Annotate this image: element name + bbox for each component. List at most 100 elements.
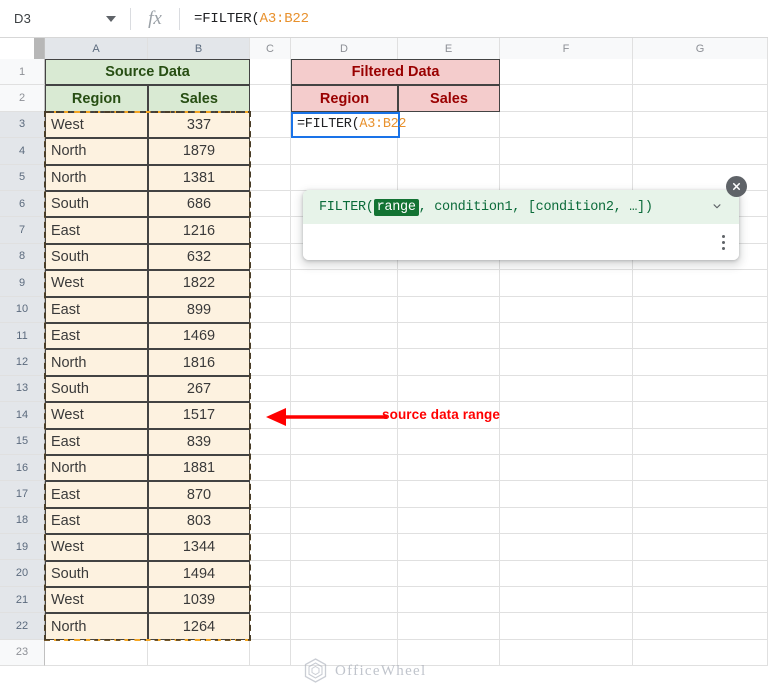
cell-C11[interactable] — [250, 323, 291, 350]
cell-D20[interactable] — [291, 560, 398, 587]
cell-C13[interactable] — [250, 375, 291, 403]
cell-E18[interactable] — [398, 507, 500, 535]
cell-E20[interactable] — [398, 560, 500, 587]
row-header-21[interactable]: 21 — [0, 586, 45, 614]
source-cell-region-19[interactable]: West — [45, 534, 148, 561]
cell-F21[interactable] — [500, 587, 633, 614]
cell-F3[interactable] — [500, 111, 633, 139]
source-cell-region-18[interactable]: East — [45, 507, 148, 535]
cell-C6[interactable] — [250, 191, 291, 218]
cell-C18[interactable] — [250, 507, 291, 535]
filtered-table-title[interactable]: Filtered Data — [291, 59, 500, 86]
cell-C10[interactable] — [250, 296, 291, 323]
source-cell-sales-11[interactable]: 1469 — [148, 323, 250, 350]
source-cell-region-4[interactable]: North — [45, 138, 148, 165]
cell-C15[interactable] — [250, 428, 291, 455]
row-header-17[interactable]: 17 — [0, 481, 45, 508]
source-cell-region-14[interactable]: West — [45, 402, 148, 429]
cell-G4[interactable] — [633, 138, 768, 165]
source-cell-sales-18[interactable]: 803 — [148, 507, 250, 535]
cell-D10[interactable] — [291, 296, 398, 323]
cell-G21[interactable] — [633, 587, 768, 614]
cell-D13[interactable] — [291, 375, 398, 403]
cell-E3[interactable] — [398, 111, 500, 139]
cell-E17[interactable] — [398, 481, 500, 508]
source-cell-region-13[interactable]: South — [45, 375, 148, 403]
source-cell-sales-3[interactable]: 337 — [148, 111, 250, 139]
cell-F16[interactable] — [500, 455, 633, 482]
source-cell-sales-8[interactable]: 632 — [148, 243, 250, 271]
cell-D9[interactable] — [291, 270, 398, 297]
source-cell-region-9[interactable]: West — [45, 270, 148, 297]
cell-E5[interactable] — [398, 164, 500, 191]
source-cell-region-15[interactable]: East — [45, 428, 148, 455]
cell-G13[interactable] — [633, 375, 768, 403]
cell-C16[interactable] — [250, 455, 291, 482]
column-header-d[interactable]: D — [291, 38, 398, 59]
cell-E10[interactable] — [398, 296, 500, 323]
cell-F2[interactable] — [500, 85, 633, 112]
source-cell-sales-16[interactable]: 1881 — [148, 455, 250, 482]
row-header-20[interactable]: 20 — [0, 560, 45, 587]
function-fx-icon[interactable]: fx — [131, 8, 179, 30]
cell-E11[interactable] — [398, 323, 500, 350]
more-options-icon[interactable] — [722, 234, 725, 250]
cell-E12[interactable] — [398, 349, 500, 376]
source-cell-region-11[interactable]: East — [45, 323, 148, 350]
cell-C20[interactable] — [250, 560, 291, 587]
row-header-11[interactable]: 11 — [0, 322, 45, 350]
column-header-c[interactable]: C — [250, 38, 291, 59]
row-header-9[interactable]: 9 — [0, 270, 45, 297]
cell-C1[interactable] — [250, 59, 291, 86]
cell-D18[interactable] — [291, 507, 398, 535]
source-cell-region-5[interactable]: North — [45, 164, 148, 191]
row-header-5[interactable]: 5 — [0, 164, 45, 191]
cell-C12[interactable] — [250, 349, 291, 376]
cell-G14[interactable] — [633, 402, 768, 429]
cell-G1[interactable] — [633, 59, 768, 86]
column-header-g[interactable]: G — [633, 38, 768, 59]
cell-C17[interactable] — [250, 481, 291, 508]
row-header-7[interactable]: 7 — [0, 217, 45, 244]
cell-D15[interactable] — [291, 428, 398, 455]
source-cell-sales-22[interactable]: 1264 — [148, 613, 250, 640]
cell-E22[interactable] — [398, 613, 500, 640]
column-header-a[interactable]: A — [45, 38, 148, 59]
cell-E4[interactable] — [398, 138, 500, 165]
cell-F23[interactable] — [500, 639, 633, 667]
column-header-b[interactable]: B — [148, 38, 250, 59]
cell-G2[interactable] — [633, 85, 768, 112]
cell-C9[interactable] — [250, 270, 291, 297]
row-header-8[interactable]: 8 — [0, 243, 45, 271]
row-header-18[interactable]: 18 — [0, 507, 45, 535]
source-header-sales[interactable]: Sales — [148, 85, 250, 112]
cell-B23[interactable] — [148, 639, 250, 667]
source-header-region[interactable]: Region — [45, 85, 148, 112]
row-header-10[interactable]: 10 — [0, 296, 45, 323]
cell-G11[interactable] — [633, 323, 768, 350]
row-header-16[interactable]: 16 — [0, 454, 45, 482]
source-cell-sales-4[interactable]: 1879 — [148, 138, 250, 165]
cell-G10[interactable] — [633, 296, 768, 323]
cell-F5[interactable] — [500, 164, 633, 191]
cell-F17[interactable] — [500, 481, 633, 508]
cell-G18[interactable] — [633, 507, 768, 535]
cell-F11[interactable] — [500, 323, 633, 350]
cell-C4[interactable] — [250, 138, 291, 165]
cell-G23[interactable] — [633, 639, 768, 667]
source-cell-region-7[interactable]: East — [45, 217, 148, 244]
row-header-12[interactable]: 12 — [0, 349, 45, 376]
cell-F19[interactable] — [500, 534, 633, 561]
cell-F1[interactable] — [500, 59, 633, 86]
row-header-22[interactable]: 22 — [0, 613, 45, 640]
cell-G9[interactable] — [633, 270, 768, 297]
source-cell-sales-15[interactable]: 839 — [148, 428, 250, 455]
cell-E13[interactable] — [398, 375, 500, 403]
cell-G22[interactable] — [633, 613, 768, 640]
source-cell-sales-5[interactable]: 1381 — [148, 164, 250, 191]
column-header-f[interactable]: F — [500, 38, 633, 59]
formula-input[interactable]: =FILTER(A3:B22 — [180, 0, 768, 38]
source-cell-sales-19[interactable]: 1344 — [148, 534, 250, 561]
cell-D12[interactable] — [291, 349, 398, 376]
cell-G12[interactable] — [633, 349, 768, 376]
